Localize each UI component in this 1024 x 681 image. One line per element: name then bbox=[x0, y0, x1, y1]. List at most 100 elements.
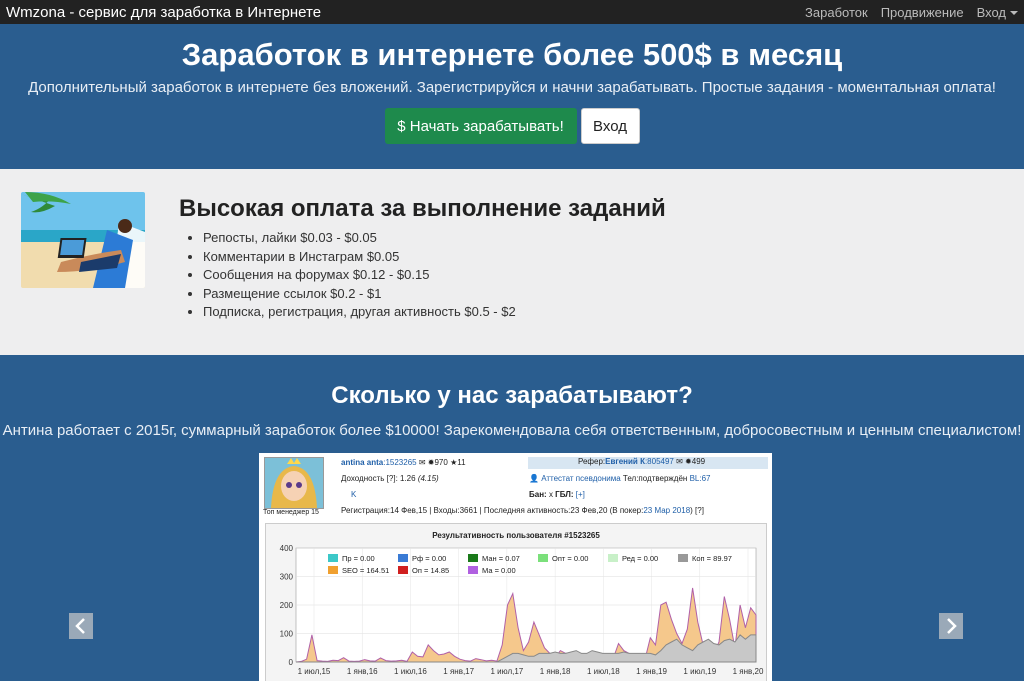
hero: Заработок в интернете более 500$ в месяц… bbox=[0, 24, 1024, 169]
income-secondary: (4.15) bbox=[417, 474, 439, 483]
chart-svg: Результативность пользователя #1523265 40… bbox=[280, 531, 764, 676]
hero-title: Заработок в интернете более 500$ в месяц bbox=[181, 37, 843, 72]
y-tick-label: 100 bbox=[280, 630, 294, 639]
attest-row: 👤 Аттестат псевдонима Тел:подтверждён BL… bbox=[529, 474, 710, 483]
k-label: K bbox=[351, 490, 356, 499]
k-link[interactable]: K bbox=[351, 490, 356, 499]
nav-promotion[interactable]: Продвижение bbox=[881, 5, 964, 20]
hero-subtitle: Дополнительный заработок в интернете без… bbox=[28, 79, 996, 96]
y-tick-label: 0 bbox=[289, 658, 294, 667]
mail-icon: ✉ bbox=[418, 458, 426, 467]
x-tick-label: 1 июл,18 bbox=[587, 667, 620, 676]
carousel-prev-button[interactable] bbox=[69, 613, 93, 639]
legend-label: Рф = 0.00 bbox=[412, 554, 446, 563]
features-list: Репосты, лайки $0.03 - $0.05 Комментарии… bbox=[179, 229, 666, 322]
legend-swatch bbox=[608, 554, 618, 562]
phone-status: Тел:подтверждён bbox=[622, 474, 688, 483]
legend-swatch bbox=[328, 554, 338, 562]
y-tick-label: 300 bbox=[280, 573, 294, 582]
username-link[interactable]: antina anta bbox=[341, 458, 383, 467]
attest-link[interactable]: Аттестат псевдонима bbox=[541, 474, 620, 483]
list-item: Репосты, лайки $0.03 - $0.05 bbox=[203, 229, 666, 248]
list-item: Комментарии в Инстаграм $0.05 bbox=[203, 248, 666, 267]
legend-swatch bbox=[398, 566, 408, 574]
x-tick-label: 1 янв,17 bbox=[443, 667, 474, 676]
avatar-caption: Топ менеджер 15 bbox=[263, 509, 319, 516]
profile-screenshot: Топ менеджер 15 antina anta:1523265 ✉ ✹9… bbox=[259, 453, 772, 681]
chevron-right-icon bbox=[947, 618, 957, 634]
legend-label: Пр = 0.00 bbox=[342, 554, 375, 563]
registration-end: ) bbox=[690, 506, 693, 515]
gbl-label: ГБЛ: bbox=[555, 490, 574, 499]
referrer-id: :805497 bbox=[644, 457, 674, 466]
hero-buttons: $ Начать зарабатывать! Вход bbox=[0, 108, 1024, 144]
help-icon[interactable]: [?] bbox=[387, 474, 396, 483]
bl-value: BL:67 bbox=[689, 474, 711, 483]
income-label: Доходность bbox=[341, 474, 385, 483]
referrer-label: Рефер: bbox=[578, 457, 606, 466]
x-tick-label: 1 июл,15 bbox=[298, 667, 331, 676]
features-text: Высокая оплата за выполнение заданий Реп… bbox=[179, 195, 666, 322]
y-tick-label: 200 bbox=[280, 601, 294, 610]
list-item: Сообщения на форумах $0.12 - $0.15 bbox=[203, 266, 666, 285]
referrer-link[interactable]: Евгений К bbox=[605, 457, 645, 466]
x-tick-label: 1 июл,19 bbox=[683, 667, 716, 676]
legend-label: Ма = 0.00 bbox=[482, 566, 516, 575]
registration-row: Регистрация:14 Фев,15 | Входы:3661 | Пос… bbox=[341, 506, 704, 515]
legend-swatch bbox=[538, 554, 548, 562]
legend-label: SEO = 164.51 bbox=[342, 566, 389, 575]
beach-laptop-image bbox=[21, 192, 145, 288]
chevron-left-icon bbox=[75, 618, 85, 634]
features-title: Высокая оплата за выполнение заданий bbox=[179, 195, 666, 222]
legend-swatch bbox=[328, 566, 338, 574]
list-item: Размещение ссылок $0.2 - $1 bbox=[203, 285, 666, 304]
ban-label: Бан: bbox=[529, 490, 547, 499]
list-item: Подписка, регистрация, другая активность… bbox=[203, 303, 666, 322]
legend-label: Ред = 0.00 bbox=[622, 554, 658, 563]
income-value: : 1.26 bbox=[395, 474, 416, 483]
x-tick-label: 1 янв,16 bbox=[347, 667, 378, 676]
referrer-stat: 499 bbox=[691, 457, 706, 466]
nav-links: Заработок Продвижение Вход bbox=[805, 5, 1018, 20]
x-tick-label: 1 янв,18 bbox=[540, 667, 571, 676]
referrer-row: Рефер:Евгений К:805497 ✉ ✹499 bbox=[528, 457, 768, 469]
avatar bbox=[264, 457, 324, 509]
x-tick-label: 1 июл,17 bbox=[491, 667, 524, 676]
profile-name-row: antina anta:1523265 ✉ ✹970 ★11 bbox=[341, 458, 466, 467]
rating-value: 970 bbox=[434, 458, 448, 467]
x-tick-label: 1 июл,16 bbox=[394, 667, 427, 676]
start-earning-button[interactable]: $ Начать зарабатывать! bbox=[384, 108, 577, 144]
ban-value: x bbox=[548, 490, 553, 499]
gear-icon: ✹ bbox=[685, 457, 692, 466]
ban-row: Бан: x ГБЛ: [+] bbox=[529, 490, 585, 499]
registration-text: Регистрация:14 Фев,15 | Входы:3661 | Пос… bbox=[341, 506, 644, 515]
nav-earn[interactable]: Заработок bbox=[805, 5, 868, 20]
poker-date-link[interactable]: 23 Мар 2018 bbox=[643, 506, 690, 515]
navbar: Wmzona - сервис для заработка в Интернет… bbox=[0, 0, 1024, 24]
chart-title: Результативность пользователя #1523265 bbox=[432, 531, 600, 540]
earnings-text: Антина работает с 2015г, суммарный зараб… bbox=[2, 422, 1022, 439]
legend-label: Коп = 89.97 bbox=[692, 554, 732, 563]
performance-chart: Результативность пользователя #1523265 40… bbox=[265, 523, 767, 681]
help-icon[interactable]: [?] bbox=[695, 506, 704, 515]
brand[interactable]: Wmzona - сервис для заработка в Интернет… bbox=[6, 4, 321, 21]
features-section: Высокая оплата за выполнение заданий Реп… bbox=[0, 169, 1024, 355]
income-row: Доходность [?]: 1.26 (4.15) bbox=[341, 474, 439, 483]
login-button[interactable]: Вход bbox=[580, 108, 640, 144]
legend-label: Оп = 14.85 bbox=[412, 566, 449, 575]
user-id: :1523265 bbox=[383, 458, 417, 467]
legend-swatch bbox=[468, 554, 478, 562]
legend-swatch bbox=[398, 554, 408, 562]
legend-label: Ман = 0.07 bbox=[482, 554, 520, 563]
legend-swatch bbox=[678, 554, 688, 562]
legend-label: Опт = 0.00 bbox=[552, 554, 588, 563]
legend-swatch bbox=[468, 566, 478, 574]
y-tick-label: 400 bbox=[280, 544, 294, 553]
caret-down-icon bbox=[1010, 11, 1018, 16]
x-tick-label: 1 янв,19 bbox=[636, 667, 667, 676]
x-tick-label: 1 янв,20 bbox=[733, 667, 764, 676]
gbl-value[interactable]: [+] bbox=[576, 490, 585, 499]
carousel-next-button[interactable] bbox=[939, 613, 963, 639]
nav-login-dropdown[interactable]: Вход bbox=[977, 5, 1018, 20]
mail-icon: ✉ bbox=[676, 457, 683, 466]
